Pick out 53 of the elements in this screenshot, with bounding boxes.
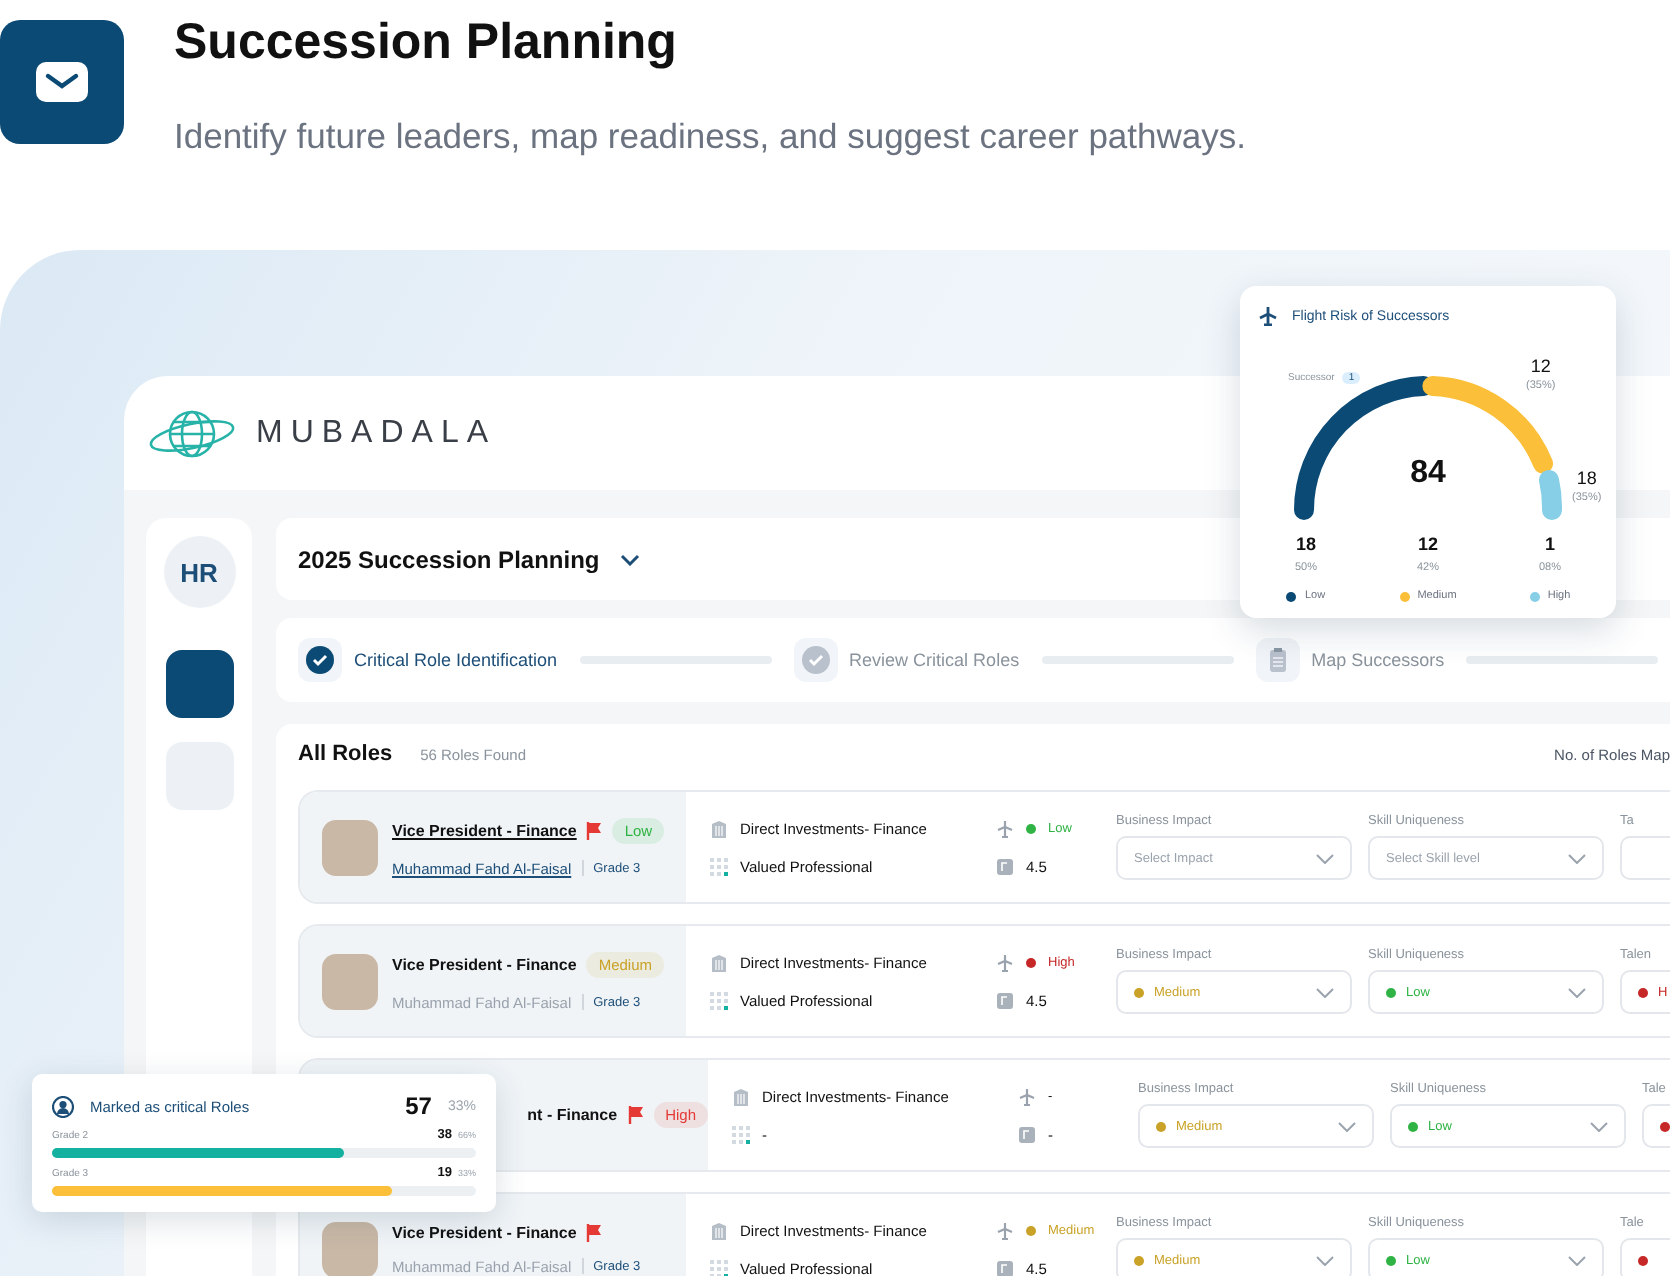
chevron-down-icon: [1316, 853, 1334, 863]
sidebar-nav-item[interactable]: [165, 650, 233, 718]
gauge-total: 84: [1408, 456, 1448, 492]
page-title: Succession Planning: [174, 14, 679, 72]
chevron-down-icon: [1568, 853, 1586, 863]
rating-icon: [996, 991, 1014, 1009]
chevron-down-icon: [1568, 987, 1586, 997]
stat-value: 1: [1544, 534, 1555, 554]
step-label[interactable]: Review Critical Roles: [849, 650, 1020, 670]
airplane-icon: [996, 953, 1014, 971]
airplane-icon: [996, 819, 1014, 837]
building-icon: [710, 953, 728, 971]
role-title: Vice President - Finance: [392, 955, 577, 973]
page-subtitle: Identify future leaders, map readiness, and suggest career pathways.: [174, 116, 1246, 158]
avatar-photo: [322, 1221, 378, 1276]
chevron-down-icon: [1338, 1121, 1356, 1131]
arc-value: 18: [1576, 468, 1597, 488]
envelope-icon: [34, 60, 90, 104]
rating-icon: [1018, 1125, 1036, 1143]
stat-value: 18: [1295, 534, 1316, 554]
arc-value: 12: [1530, 356, 1551, 376]
select-field[interactable]: [1620, 1238, 1670, 1276]
critical-total: 57: [405, 1092, 432, 1120]
building-icon: [710, 819, 728, 837]
building-icon: [732, 1087, 750, 1105]
building-icon: [710, 1221, 728, 1239]
brand-name: MUBADALA: [256, 415, 497, 451]
select-field[interactable]: [1642, 1104, 1670, 1148]
chevron-down-icon: [1590, 1121, 1608, 1131]
grid-icon: [710, 857, 728, 875]
role-title: Vice President - Finance: [392, 1223, 577, 1241]
chevron-down-icon: [1568, 1255, 1586, 1265]
plan-selector[interactable]: 2025 Succession Planning: [298, 545, 640, 573]
stat-value: 12: [1417, 534, 1438, 554]
grid-icon: [710, 991, 728, 1009]
grid-icon: [710, 1259, 728, 1276]
step-label[interactable]: Map Successors: [1311, 650, 1445, 670]
chevron-down-icon: [1316, 987, 1334, 997]
user-avatar[interactable]: HR: [163, 536, 235, 608]
rating-icon: [996, 857, 1014, 875]
role-title: Vice President - Finance: [392, 821, 577, 839]
role-title: nt - Finance: [527, 1106, 618, 1124]
avatar-photo: [322, 953, 378, 1009]
grid-icon: [732, 1125, 750, 1143]
avatar-photo: [322, 819, 378, 875]
airplane-icon: [996, 1221, 1014, 1239]
airplane-icon: [1018, 1087, 1036, 1105]
step-label[interactable]: Critical Role Identification: [354, 650, 558, 670]
chevron-down-icon: [1316, 1255, 1334, 1265]
airplane-icon: [1258, 306, 1278, 326]
chevron-down-icon: [619, 553, 640, 565]
roles-heading: All Roles: [298, 742, 393, 766]
select-field[interactable]: [1620, 836, 1670, 880]
